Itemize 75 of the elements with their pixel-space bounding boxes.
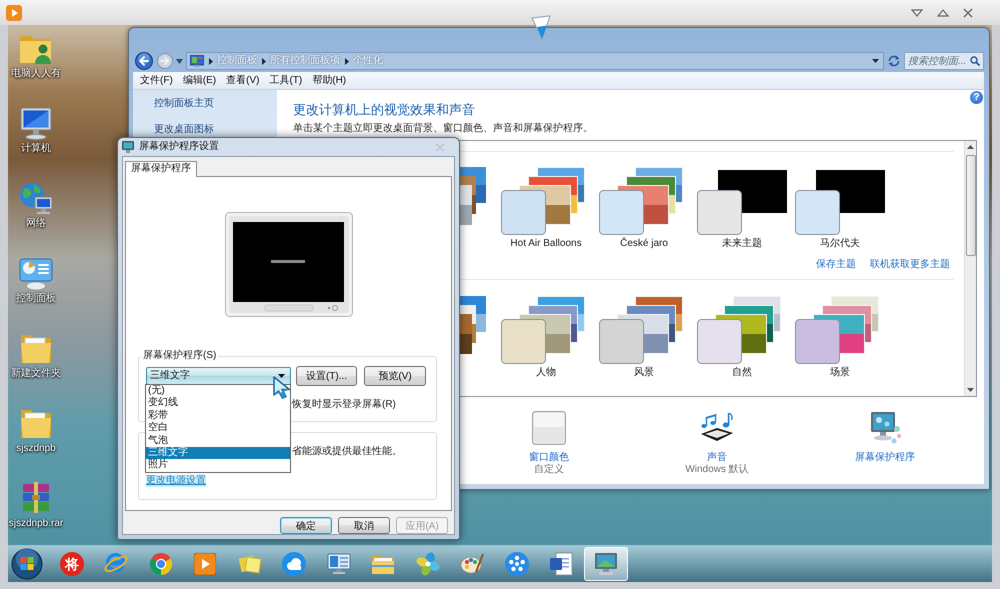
- group-button[interactable]: 预览(V): [364, 366, 426, 386]
- caret-up-icon[interactable]: [937, 8, 949, 16]
- film-reel-icon[interactable]: [504, 551, 530, 577]
- dialog-button[interactable]: 取消: [338, 517, 390, 534]
- caret-icon[interactable]: [278, 374, 285, 378]
- globe-monitor-icon: [18, 180, 54, 216]
- play-icon: [6, 4, 22, 20]
- dropdown-option[interactable]: 照片: [146, 459, 290, 472]
- menu-item[interactable]: 帮助(H): [307, 73, 352, 88]
- theme-item[interactable]: České jaro: [595, 163, 693, 250]
- theme-item[interactable]: 马尔代夫: [791, 163, 889, 250]
- dropdown-option[interactable]: 空白: [146, 422, 290, 435]
- breadcrumb-arrow-icon[interactable]: [209, 58, 213, 64]
- pointer-icon: [273, 376, 291, 399]
- setting-value: 自定义: [534, 464, 564, 476]
- breadcrumb-arrow-icon[interactable]: [262, 58, 266, 64]
- nav-link[interactable]: 控制面板主页: [154, 98, 214, 110]
- computer-icon: [18, 105, 54, 141]
- theme-item[interactable]: 自然: [693, 292, 791, 379]
- monitor-icon[interactable]: [592, 551, 619, 577]
- scroll-up-arrow-icon[interactable]: [967, 145, 974, 149]
- cloud-icon[interactable]: [281, 551, 308, 577]
- dropdown-option[interactable]: 变幻线: [146, 397, 290, 410]
- settings-link[interactable]: 屏幕保护程序: [855, 452, 915, 464]
- caret-icon[interactable]: [872, 59, 879, 63]
- theme-item[interactable]: 未来主题: [693, 163, 791, 250]
- desktop-icon[interactable]: 计算机: [8, 105, 64, 155]
- refresh-icon[interactable]: [887, 54, 901, 68]
- settings-link[interactable]: 声音: [707, 452, 727, 464]
- tab[interactable]: 屏幕保护程序: [125, 161, 197, 177]
- theme-link[interactable]: 保存主题: [816, 259, 856, 271]
- group-label: 屏幕保护程序(S): [142, 350, 218, 362]
- option-label: 恢复时显示登录屏幕(R): [292, 399, 397, 411]
- monitor-icon: [122, 141, 134, 153]
- theme-item[interactable]: 风景: [595, 292, 693, 379]
- menu-item[interactable]: 工具(T): [264, 73, 308, 88]
- settings-link[interactable]: 窗口颜色: [529, 452, 569, 464]
- menu-item[interactable]: 查看(V): [221, 73, 264, 88]
- page-description: 单击某个主题立即更改桌面背景、窗口颜色、声音和屏幕保护程序。: [293, 123, 594, 135]
- dialog-button[interactable]: 确定: [280, 517, 332, 534]
- play-icon[interactable]: [194, 553, 216, 575]
- pointer-icon: [531, 15, 551, 40]
- menu-item[interactable]: 文件(F): [135, 73, 178, 88]
- breadcrumb-arrow-icon[interactable]: [345, 58, 349, 64]
- close-icon[interactable]: [963, 8, 973, 18]
- dropdown-option[interactable]: 气泡: [146, 434, 290, 447]
- dialog-title: 屏幕保护程序设置: [139, 141, 219, 153]
- control-panel-icon: [190, 55, 204, 67]
- nav-link[interactable]: 更改桌面图标: [154, 124, 214, 136]
- glyph-icon[interactable]: 将: [60, 552, 84, 576]
- caret-down-icon[interactable]: [911, 8, 923, 16]
- pinwheel-icon[interactable]: [414, 551, 441, 577]
- page-title: 更改计算机上的视觉效果和声音: [293, 102, 476, 118]
- menu-item[interactable]: 编辑(E): [178, 73, 222, 88]
- group-button[interactable]: 设置(T)...: [296, 366, 357, 386]
- theme-link[interactable]: 联机获取更多主题: [870, 259, 950, 271]
- dropdown-option[interactable]: 彩带: [146, 410, 290, 422]
- screensaver-select[interactable]: 三维文字: [146, 367, 291, 385]
- start-orb-icon[interactable]: [11, 548, 43, 580]
- scrollbar-thumb[interactable]: [966, 155, 976, 256]
- power-description: 省能源或提供最佳性能。: [292, 446, 403, 458]
- swatch-icon[interactable]: [532, 411, 566, 445]
- search-field[interactable]: 搜索控制面...: [904, 52, 984, 70]
- theme-item[interactable]: Hot Air Balloons: [497, 163, 595, 250]
- monitor-icon[interactable]: [326, 551, 352, 577]
- scroll-down-arrow-icon[interactable]: [967, 388, 974, 392]
- document-icon[interactable]: [548, 551, 574, 577]
- theme-item[interactable]: 场景: [791, 292, 889, 379]
- setting-value: Windows 默认: [685, 464, 749, 476]
- search-icon[interactable]: [970, 56, 980, 66]
- dropdown-option[interactable]: 三维文字: [146, 446, 290, 460]
- theme-item[interactable]: 人物: [497, 292, 595, 379]
- monitor-icon[interactable]: [868, 411, 902, 445]
- taskbar-button[interactable]: [584, 547, 628, 581]
- segmented-circle-icon[interactable]: [148, 551, 174, 577]
